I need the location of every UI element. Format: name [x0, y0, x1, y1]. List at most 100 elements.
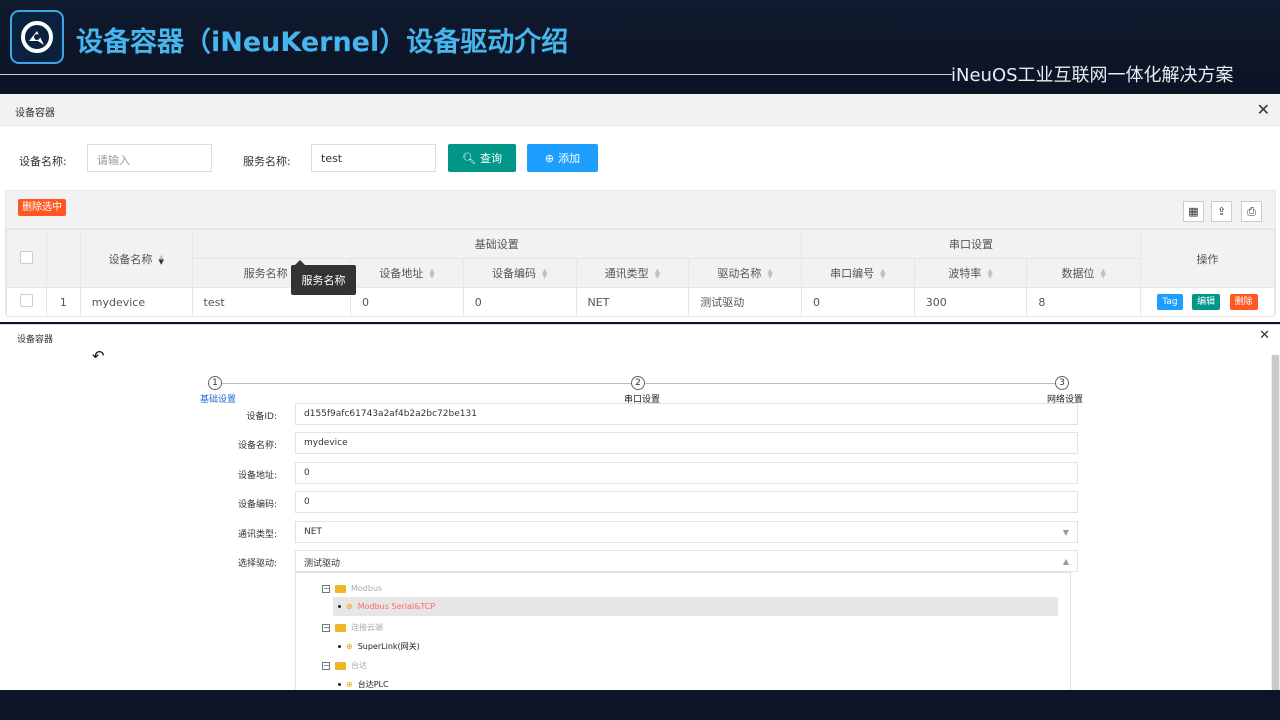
device-code-field[interactable]: 0 [295, 491, 1078, 513]
cell-port: 0 [800, 287, 915, 317]
tree-group-label: 台达 [351, 661, 367, 670]
collapse-icon[interactable]: − [322, 623, 330, 632]
device-name-header-label: 设备名称 [108, 252, 153, 266]
cell-comm-type: NET [575, 287, 690, 317]
cell-address: 0 [350, 287, 464, 317]
collapse-icon[interactable]: − [322, 584, 330, 593]
file-icon: ⊕ [346, 680, 353, 689]
folder-icon [335, 661, 346, 670]
device-address-label: 设备地址: [237, 471, 277, 481]
sort-icon[interactable]: ▲▼ [767, 268, 772, 280]
row-checkbox[interactable] [19, 294, 33, 307]
scrollbar-thumb[interactable] [1272, 355, 1279, 691]
operation-header: 操作 [1140, 229, 1275, 288]
step-3-circle[interactable]: 3 [1055, 376, 1069, 390]
table-row[interactable]: 1 mydevice test 0 0 NET 测试驱动 0 300 8 Tag… [6, 287, 1275, 317]
export-icon[interactable]: ⇪ [1211, 201, 1232, 222]
close-icon[interactable]: ✕ [1259, 328, 1270, 343]
step-connector [222, 383, 631, 384]
step-1-circle[interactable]: 1 [208, 376, 222, 390]
device-code-label: 设备编码: [237, 500, 277, 510]
col-header-code[interactable]: 设备编码 ▲ ▼ [462, 258, 577, 288]
plus-circle-icon: ⊕ [544, 151, 555, 165]
tree-group-cloud[interactable]: − 连接云端 [322, 622, 383, 633]
sort-icon[interactable]: ▲▼ [158, 253, 163, 265]
sort-icon[interactable]: ▲▼ [429, 268, 434, 280]
back-arrow-icon[interactable]: ↶ [92, 347, 105, 365]
tag-button[interactable]: Tag [1157, 294, 1183, 310]
tree-item-delta-plc[interactable]: ⊕ 台达PLC [338, 679, 389, 690]
tree-item-modbus[interactable]: ⊕ Modbus Serial&TCP [338, 602, 435, 611]
col-header-comm-type[interactable]: 通讯类型 ▲ ▼ [575, 258, 690, 288]
col-header-driver[interactable]: 驱动名称 ▲ ▼ [688, 258, 802, 288]
tree-group-delta[interactable]: − 台达 [322, 660, 367, 671]
serial-settings-group: 串口设置 [800, 229, 1142, 259]
tree-item-superlink[interactable]: ⊕ SuperLink(网关) [338, 641, 420, 652]
chevron-down-icon: ▼ [1062, 528, 1069, 537]
col-header-address[interactable]: 设备地址 ▲ ▼ [350, 258, 464, 288]
col-header-data-bits[interactable]: 数据位 ▲ ▼ [1026, 258, 1142, 288]
cell-data-bits: 8 [1026, 287, 1142, 317]
folder-icon [335, 584, 346, 593]
tree-item-label: Modbus Serial&TCP [357, 602, 436, 611]
sort-icon[interactable]: ▲▼ [655, 268, 660, 280]
step-2-circle[interactable]: 2 [631, 376, 645, 390]
bullet-icon [338, 605, 341, 608]
tree-item-label: SuperLink(网关) [357, 642, 420, 651]
comm-type-select[interactable]: NET ▼ [295, 521, 1078, 543]
cell-device-name: mydevice [79, 287, 193, 317]
select-all-cell [6, 229, 47, 288]
add-button[interactable]: ⊕ 添加 [527, 144, 598, 172]
scrollbar[interactable] [1271, 355, 1280, 691]
device-address-field[interactable]: 0 [295, 462, 1078, 484]
device-list-window: 设备容器 ✕ 设备名称: 请输入 服务名称: test 🔍︎ 查询 ⊕ 添加 删… [0, 94, 1280, 322]
col-label: 服务名称 [243, 267, 288, 280]
col-label: 串口编号 [830, 267, 875, 280]
sort-icon[interactable]: ▲▼ [1101, 268, 1106, 280]
logo-icon [21, 21, 53, 53]
service-name-input[interactable]: test [311, 144, 436, 172]
slide-subtitle: iNeuOS工业互联网一体化解决方案 [951, 65, 1234, 86]
step-1-label[interactable]: 基础设置 [200, 392, 236, 405]
delete-button[interactable]: 删除 [1229, 294, 1258, 310]
comm-type-value: NET [304, 527, 322, 537]
col-label: 数据位 [1061, 267, 1095, 280]
driver-select[interactable]: 测试驱动 ▲ [295, 550, 1078, 572]
window-title: 设备容器 [15, 108, 55, 119]
tree-group-label: Modbus [351, 584, 383, 593]
columns-filter-icon[interactable]: ▦ [1183, 201, 1204, 222]
device-name-input[interactable]: 请输入 [87, 144, 212, 172]
app-logo [10, 10, 64, 64]
sort-icon[interactable]: ▲▼ [880, 268, 885, 280]
file-icon: ⊕ [346, 642, 353, 651]
basic-settings-group: 基础设置 [191, 229, 802, 259]
close-icon[interactable]: ✕ [1257, 100, 1270, 119]
driver-value: 测试驱动 [304, 559, 341, 569]
row-index: 1 [45, 287, 81, 317]
device-id-label: 设备ID: [246, 412, 277, 422]
window-titlebar: 设备容器 ✕ [0, 94, 1280, 126]
col-label: 设备地址 [379, 267, 424, 280]
device-name-field[interactable]: mydevice [295, 432, 1078, 454]
chevron-up-icon: ▲ [1062, 557, 1069, 566]
col-header-port[interactable]: 串口编号 ▲ ▼ [800, 258, 915, 288]
col-header-baud[interactable]: 波特率 ▲ ▼ [913, 258, 1028, 288]
header-divider [0, 74, 952, 75]
select-all-checkbox[interactable] [19, 250, 33, 264]
cell-code: 0 [462, 287, 577, 317]
delete-selected-button[interactable]: 删除选中 [18, 199, 66, 216]
tree-group-modbus[interactable]: − Modbus [322, 584, 382, 593]
print-icon[interactable]: ⎙ [1241, 201, 1262, 222]
query-button[interactable]: 🔍︎ 查询 [448, 144, 516, 172]
col-label: 波特率 [948, 267, 982, 280]
sort-icon[interactable]: ▲▼ [542, 268, 547, 280]
driver-tree: − Modbus ⊕ Modbus Serial&TCP − 连接云端 ⊕ Su… [295, 572, 1071, 692]
sort-icon[interactable]: ▲▼ [987, 268, 992, 280]
edit-button[interactable]: 编辑 [1192, 294, 1221, 310]
bullet-icon [338, 683, 341, 686]
collapse-icon[interactable]: − [322, 661, 330, 670]
comm-type-label: 通讯类型: [237, 530, 277, 540]
device-id-field[interactable]: d155f9afc61743a2af4b2a2bc72be131 [295, 403, 1078, 425]
query-button-label: 查询 [479, 152, 502, 165]
device-name-header[interactable]: 设备名称 ▲ ▼ [79, 229, 193, 288]
